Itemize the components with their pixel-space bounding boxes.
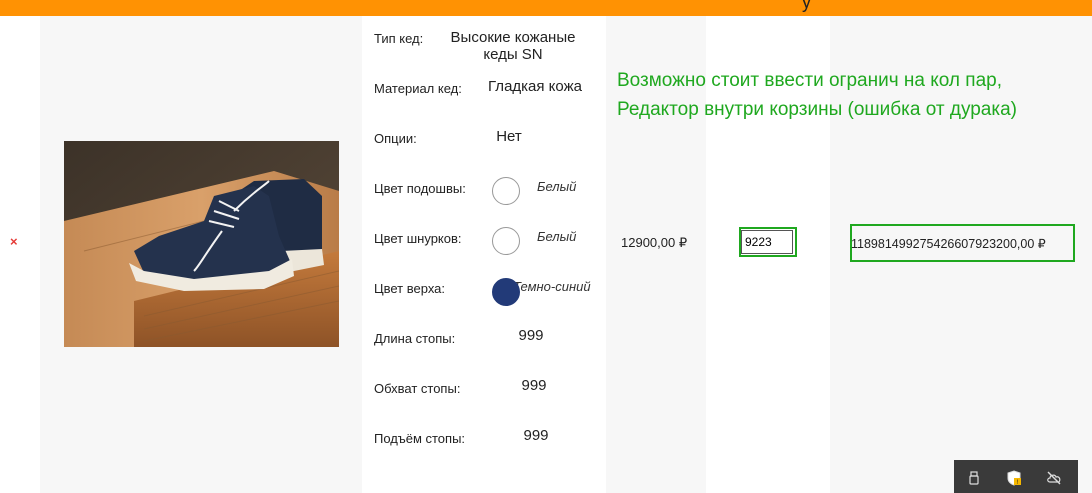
- usb-icon[interactable]: [966, 470, 982, 486]
- line-total: 118981499275426607923200,00 ₽: [851, 237, 1046, 251]
- cloud-off-icon[interactable]: [1046, 470, 1062, 486]
- header-glyph: у: [802, 0, 811, 12]
- option-value-foot-girth: 999: [521, 377, 547, 394]
- option-label-type: Тип кед:: [374, 31, 424, 46]
- option-value-instep: 999: [523, 427, 549, 444]
- option-value-upper-color: Темно-синий: [513, 279, 591, 294]
- option-label-material: Материал кед:: [374, 81, 462, 96]
- option-label-foot-length: Длина стопы:: [374, 331, 456, 346]
- remove-item-button[interactable]: ×: [10, 234, 18, 249]
- lace-color-swatch: [492, 227, 520, 255]
- option-label-extras: Опции:: [374, 131, 417, 146]
- unit-price: 12900,00 ₽: [621, 235, 688, 250]
- system-tray: !: [954, 460, 1078, 493]
- shield-warning-icon[interactable]: !: [1006, 470, 1022, 486]
- option-label-foot-girth: Обхват стопы:: [374, 381, 461, 396]
- option-label-instep: Подъём стопы:: [374, 431, 466, 446]
- option-value-type: Высокие кожаные кеды SN: [450, 29, 576, 63]
- option-value-material: Гладкая кожа: [488, 78, 582, 95]
- quantity-input[interactable]: [741, 230, 793, 254]
- option-label-lace-color: Цвет шнурков:: [374, 231, 462, 246]
- option-label-upper-color: Цвет верха:: [374, 281, 446, 296]
- review-annotation: Возможно стоит ввести огранич на кол пар…: [617, 70, 1017, 120]
- option-value-sole-color: Белый: [537, 179, 577, 194]
- upper-color-swatch: [492, 278, 520, 306]
- sole-color-swatch: [492, 177, 520, 205]
- option-value-foot-length: 999: [518, 327, 544, 344]
- option-value-extras: Нет: [496, 128, 522, 145]
- option-value-lace-color: Белый: [537, 229, 577, 244]
- top-bar: у: [0, 0, 1092, 16]
- product-image: [64, 141, 339, 347]
- option-label-sole-color: Цвет подошвы:: [374, 181, 466, 196]
